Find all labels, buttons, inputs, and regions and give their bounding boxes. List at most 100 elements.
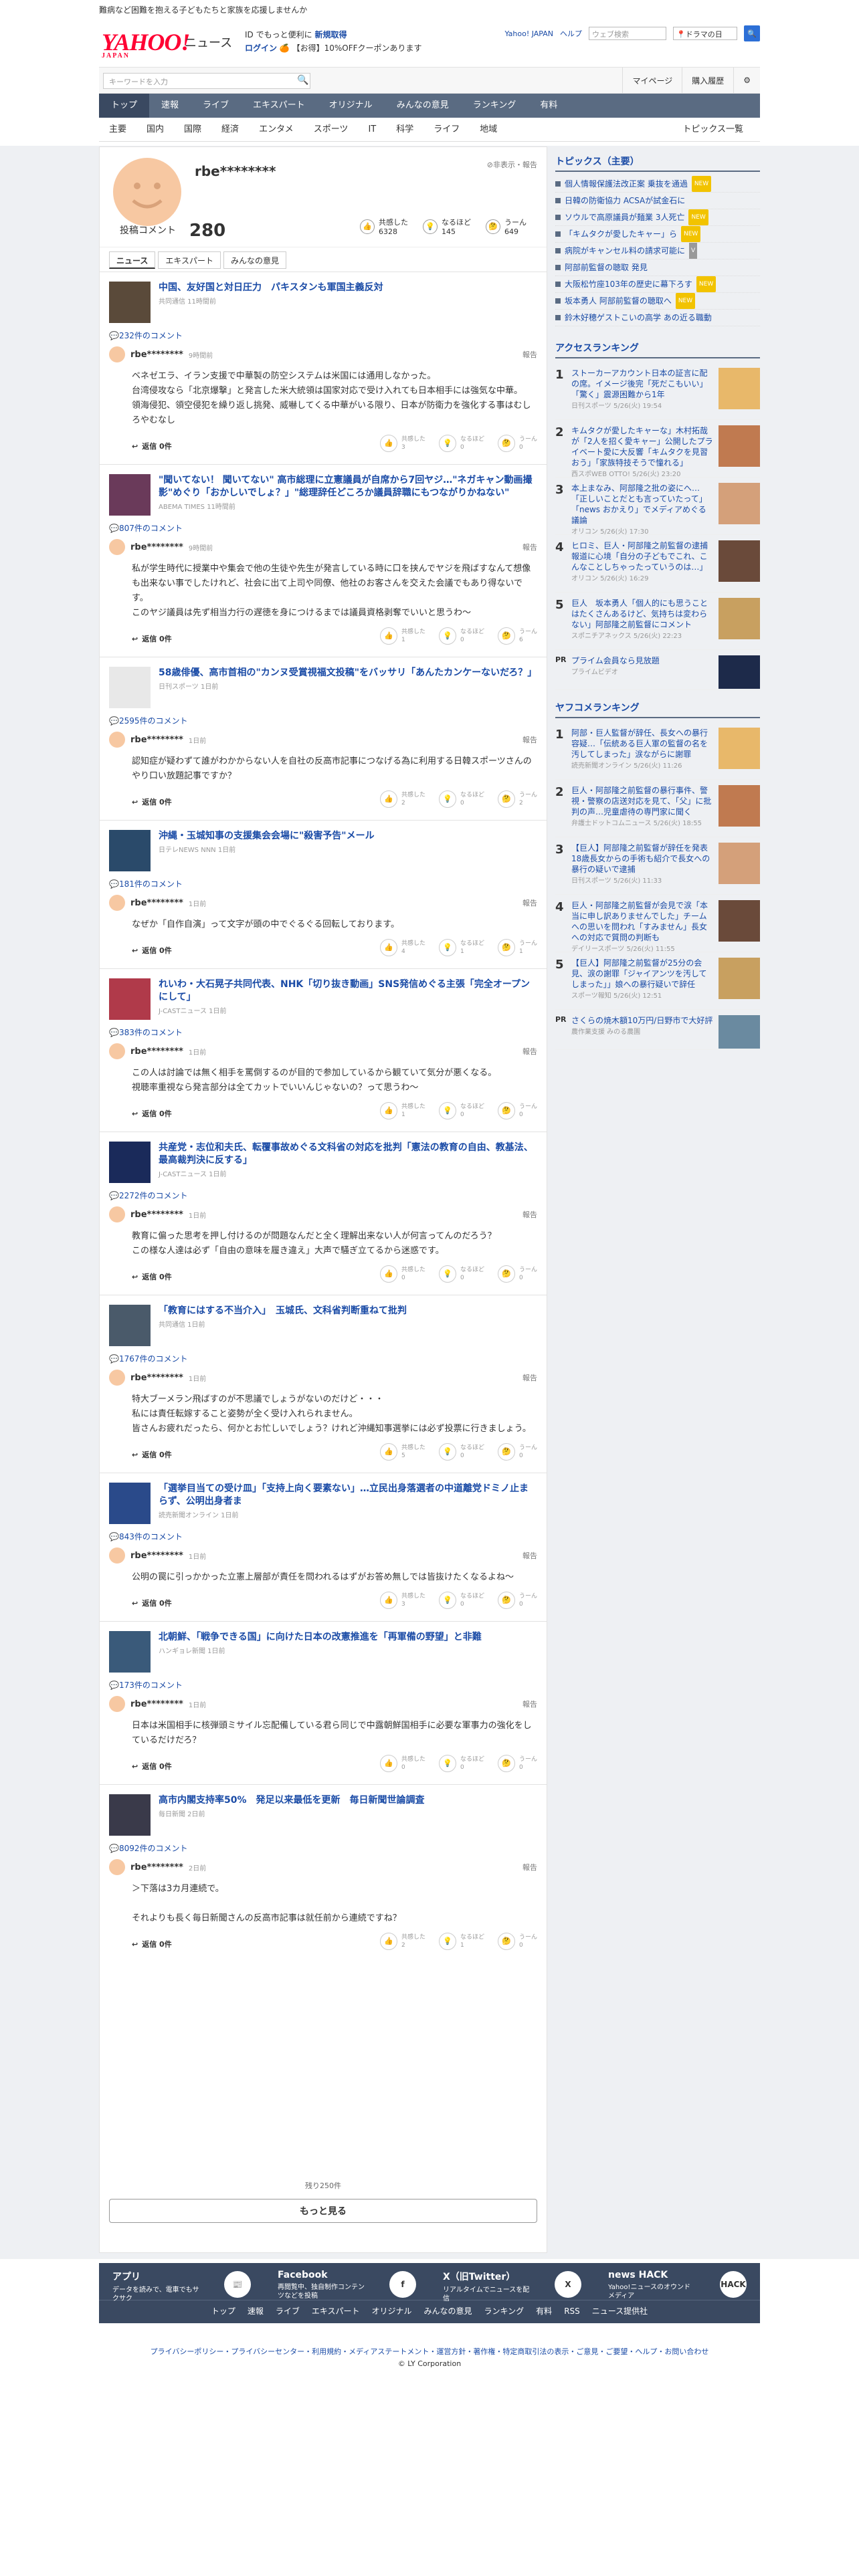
- reply-button[interactable]: ↩ 返信 0件: [132, 633, 172, 644]
- article-thumbnail[interactable]: [109, 830, 151, 871]
- tab-item[interactable]: みんなの意見: [223, 251, 287, 269]
- article-link[interactable]: 高市内閣支持率50% 発足以来最低を更新 毎日新聞世論調査 毎日新聞 2日前: [109, 1794, 537, 1837]
- footer-link[interactable]: ライブ: [276, 2300, 300, 2322]
- subnav-item[interactable]: 経済: [211, 118, 249, 141]
- comment-count-link[interactable]: 💬8092件のコメント: [109, 1842, 537, 1854]
- subnav-item[interactable]: 地域: [470, 118, 507, 141]
- topic-item[interactable]: 大阪松竹座103年の歴史に幕下ろす NEW: [555, 276, 760, 293]
- article-link[interactable]: 「選挙目当ての受け皿」「支持上向く要素ない」…立民出身落選者の中道離党ドミノ止ま…: [109, 1483, 537, 1525]
- article-thumbnail[interactable]: [109, 282, 151, 323]
- reaction-button[interactable]: 💡 なるほど 1: [438, 939, 484, 956]
- topics-list-link[interactable]: トピックス一覧: [672, 118, 753, 142]
- article-link[interactable]: 沖縄・玉城知事の支援集会会場に"殺害予告"メール 日テレNEWS NNN 1日前: [109, 830, 537, 873]
- ranking-item[interactable]: 1 阿部・巨人監督が辞任、長女への暴行容疑…「伝統ある巨人軍の監督の名を汚してしま…: [555, 722, 760, 780]
- footer-promo[interactable]: アプリ データを読みで、電車でもサクサク 📰: [99, 2263, 264, 2302]
- nav-item[interactable]: オリジナル: [317, 94, 385, 118]
- article-thumbnail[interactable]: [109, 1483, 151, 1524]
- article-thumbnail[interactable]: [109, 1305, 151, 1346]
- report-link[interactable]: 報告: [522, 1046, 537, 1057]
- reaction-button[interactable]: 💡 なるほど 0: [438, 1755, 484, 1772]
- reply-button[interactable]: ↩ 返信 0件: [132, 1449, 172, 1460]
- reply-button[interactable]: ↩ 返信 0件: [132, 1271, 172, 1282]
- report-link[interactable]: 報告: [522, 349, 537, 360]
- footer-link[interactable]: エキスパート: [312, 2300, 360, 2322]
- footer-promo[interactable]: news HACK Yahoo!ニュースのオウンドメディア HACK: [595, 2263, 760, 2300]
- report-link[interactable]: 報告: [522, 1372, 537, 1383]
- ranking-item[interactable]: 3 本上まなみ、阿部隆之批の姿にへ…「正しいことだとも言っていたって」「news …: [555, 477, 760, 536]
- article-thumbnail[interactable]: [109, 667, 151, 708]
- ranking-item[interactable]: 2 キムタクが愛したキャーな」木村拓哉が「2人を招く愛キャー」公開したプライベート…: [555, 420, 760, 478]
- reaction-button[interactable]: 🤔 うーん 0: [497, 1443, 537, 1461]
- nav-item[interactable]: エキスパート: [241, 94, 317, 118]
- signup-link[interactable]: 新規取得: [314, 30, 347, 39]
- pr-item[interactable]: PR さくらの焼木額10万円/日野市で大好評 農作業支援 みのる農園: [555, 1010, 760, 1050]
- footer-link[interactable]: RSS: [564, 2300, 580, 2322]
- footer-link[interactable]: 速報: [248, 2300, 264, 2322]
- more-button[interactable]: もっと見る: [109, 2199, 537, 2223]
- comment-count-link[interactable]: 💬232件のコメント: [109, 330, 537, 341]
- reply-button[interactable]: ↩ 返信 0件: [132, 441, 172, 451]
- reply-button[interactable]: ↩ 返信 0件: [132, 945, 172, 956]
- article-title[interactable]: "聞いてない！ 聞いてない" 高市総理に立憲議員が自席から7回ヤジ…"ネガキャン…: [159, 474, 537, 500]
- reply-button[interactable]: ↩ 返信 0件: [132, 1939, 172, 1949]
- footer-link[interactable]: みんなの意見: [424, 2300, 472, 2322]
- comment-count-link[interactable]: 💬173件のコメント: [109, 1679, 537, 1691]
- reaction-button[interactable]: 🤔 うーん 0: [497, 1592, 537, 1609]
- article-title[interactable]: 沖縄・玉城知事の支援集会会場に"殺害予告"メール: [159, 830, 375, 843]
- article-title[interactable]: 58歳俳優、高市首相の"カンヌ受賞視福文投稿"をバッサリ「あんたカンケーないだろ…: [159, 667, 537, 679]
- reaction-button[interactable]: 💡 なるほど 0: [438, 435, 484, 452]
- reaction-button[interactable]: 🤔 うーん 0: [497, 435, 537, 452]
- search-icon[interactable]: 🔍: [744, 25, 760, 41]
- ranking-item[interactable]: 1 ストーカーアカウント日本の証言に配の席。イメージ後完「死だこもいい」「驚く」震…: [555, 362, 760, 420]
- reaction-button[interactable]: 🤔 うーん 1: [497, 939, 537, 956]
- nav-item[interactable]: トップ: [99, 94, 150, 118]
- tab-item[interactable]: エキスパート: [158, 251, 221, 269]
- promo-banner[interactable]: 難病など困難を抱える子どもたちと家族を応援しませんか: [0, 0, 859, 20]
- article-title[interactable]: 「教育にはする不当介入」 玉城氏、文科省判断重ねて批判: [159, 1305, 407, 1317]
- topic-item[interactable]: ソウルで高原議員が麺業 3人死亡 NEW: [555, 209, 760, 226]
- reaction-button[interactable]: 👍 共感した 0: [379, 1755, 425, 1772]
- nav-item[interactable]: 速報: [149, 94, 191, 118]
- ranking-item[interactable]: 4 ヒロミ、巨人・阿部隆之前監督の逮捕報道に心境「自分の子どもでこれ、こんなことし…: [555, 535, 760, 593]
- comment-count-link[interactable]: 💬843件のコメント: [109, 1531, 537, 1542]
- article-link[interactable]: 共産党・志位和夫氏、転覆事故めぐる文科省の対応を批判「憲法の教育の自由、教基法、…: [109, 1142, 537, 1184]
- reaction-button[interactable]: 🤔 うーん 6: [497, 627, 537, 645]
- article-link[interactable]: 「教育にはする不当介入」 玉城氏、文科省判断重ねて批判 共同通信 1日前: [109, 1305, 537, 1348]
- footer-link[interactable]: 有料: [536, 2300, 552, 2322]
- article-title[interactable]: れいわ・大石晃子共同代表、NHK「切り抜き動画」SNS発信めぐる主張「完全オープ…: [159, 978, 537, 1004]
- topic-item[interactable]: 日韓の防衛協力 ACSAが試金石に: [555, 193, 760, 209]
- mypage-link[interactable]: マイページ: [622, 68, 682, 93]
- ranking-item[interactable]: 2 巨人・阿部隆之前監督の暴行事件、警視・警察の店送対応を見て、「父」に批判の声……: [555, 780, 760, 837]
- reaction-button[interactable]: 💡 なるほど 0: [438, 790, 484, 808]
- ranking-item[interactable]: 3 【巨人】阿部隆之前監督が辞任を発表 18歳長女からの手術も紹介で長女への暴行の…: [555, 837, 760, 895]
- comment-count-link[interactable]: 💬383件のコメント: [109, 1027, 537, 1038]
- footer-promo[interactable]: X（旧Twitter） リアルタイムでニュースを配信 X: [430, 2263, 595, 2302]
- reply-button[interactable]: ↩ 返信 0件: [132, 1761, 172, 1772]
- footer-link[interactable]: ランキング: [484, 2300, 524, 2322]
- article-link[interactable]: れいわ・大石晃子共同代表、NHK「切り抜き動画」SNS発信めぐる主張「完全オープ…: [109, 978, 537, 1021]
- ranking-item[interactable]: 5 巨人 坂本勇人「個人的にも思うことはたくさんあるけど、気持ちは変わらない」阿部…: [555, 593, 760, 650]
- nav-item[interactable]: みんなの意見: [385, 94, 461, 118]
- yahoo-logo[interactable]: YAHOO! JAPAN: [102, 28, 190, 60]
- subnav-item[interactable]: IT: [358, 118, 386, 141]
- keyword-search[interactable]: 📍ドラマの日: [673, 27, 737, 40]
- article-link[interactable]: "聞いてない！ 聞いてない" 高市総理に立憲議員が自席から7回ヤジ…"ネガキャン…: [109, 474, 537, 517]
- report-link[interactable]: 報告: [522, 1209, 537, 1220]
- reaction-button[interactable]: 💡 なるほど 0: [438, 1265, 484, 1283]
- login-link[interactable]: ログイン: [245, 43, 277, 53]
- subnav-item[interactable]: エンタメ: [249, 118, 304, 141]
- comment-count-link[interactable]: 💬2595件のコメント: [109, 715, 537, 726]
- article-thumbnail[interactable]: [109, 1142, 151, 1183]
- reaction-button[interactable]: 👍 共感した 2: [379, 1933, 425, 1950]
- nav-item[interactable]: ランキング: [461, 94, 529, 118]
- reply-button[interactable]: ↩ 返信 0件: [132, 796, 172, 807]
- tab-item[interactable]: ニュース: [109, 251, 156, 269]
- reaction-button[interactable]: 💡 なるほど 0: [438, 627, 484, 645]
- topic-item[interactable]: 坂本勇人 阿部前監督の聴取へ NEW: [555, 293, 760, 310]
- footer-link[interactable]: トップ: [211, 2300, 235, 2322]
- gear-icon[interactable]: ⚙: [733, 68, 760, 93]
- report-link[interactable]: 報告: [522, 897, 537, 908]
- reaction-button[interactable]: 👍 共感した 3: [379, 1592, 425, 1609]
- comment-count-link[interactable]: 💬2272件のコメント: [109, 1190, 537, 1201]
- report-link[interactable]: 報告: [522, 1862, 537, 1872]
